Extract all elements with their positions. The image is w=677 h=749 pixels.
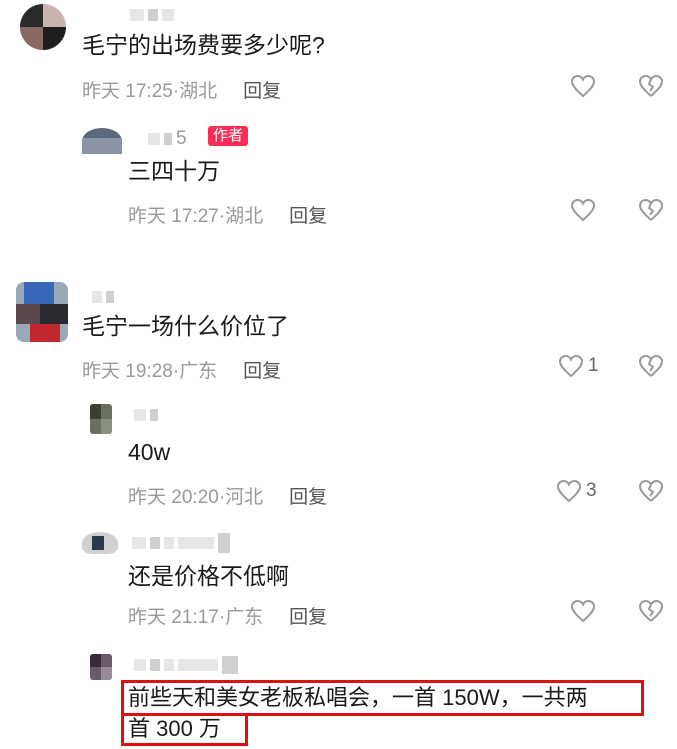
heart-outline-icon bbox=[570, 74, 596, 98]
comment-meta: 昨天 19:28·广东 回复 bbox=[82, 361, 282, 382]
avatar[interactable] bbox=[16, 282, 68, 342]
broken-heart-icon[interactable] bbox=[638, 599, 664, 623]
reply-button[interactable]: 回复 bbox=[289, 487, 327, 508]
avatar[interactable] bbox=[90, 654, 112, 680]
location: 湖北 bbox=[225, 206, 264, 227]
timestamp: 昨天 17:25 bbox=[82, 81, 173, 102]
comment-meta: 昨天 17:25·湖北 回复 bbox=[82, 81, 282, 102]
location: 河北 bbox=[225, 487, 264, 508]
timestamp: 昨天 19:28 bbox=[82, 361, 173, 382]
reply-button[interactable]: 回复 bbox=[243, 81, 281, 102]
timestamp: 昨天 21:17 bbox=[128, 607, 219, 628]
reply-button[interactable]: 回复 bbox=[289, 607, 327, 628]
username-blurred[interactable] bbox=[92, 290, 114, 304]
location: 广东 bbox=[179, 361, 218, 382]
avatar[interactable] bbox=[90, 404, 112, 434]
highlight-box-line-2 bbox=[121, 713, 248, 746]
broken-heart-icon[interactable] bbox=[638, 479, 664, 503]
comment-text: 毛宁的出场费要多少呢? bbox=[82, 32, 325, 58]
broken-heart-icon[interactable] bbox=[638, 354, 664, 378]
heart-outline-icon bbox=[570, 599, 596, 623]
avatar[interactable] bbox=[82, 128, 122, 154]
like-button[interactable]: 3 bbox=[556, 479, 597, 503]
avatar[interactable] bbox=[82, 532, 118, 554]
comment-meta: 昨天 21:17·广东 回复 bbox=[128, 607, 328, 628]
heart-outline-icon bbox=[556, 479, 582, 503]
like-button[interactable] bbox=[570, 198, 600, 222]
location: 湖北 bbox=[179, 81, 218, 102]
reply-button[interactable]: 回复 bbox=[289, 206, 327, 227]
like-button[interactable]: 1 bbox=[558, 354, 599, 378]
username-blurred[interactable] bbox=[134, 656, 238, 674]
location: 广东 bbox=[225, 607, 264, 628]
comment-text: 三四十万 bbox=[128, 158, 220, 184]
comment-text: 毛宁一场什么价位了 bbox=[82, 313, 289, 339]
avatar[interactable] bbox=[20, 4, 66, 50]
like-button[interactable] bbox=[570, 74, 600, 98]
comment-meta: 昨天 20:20·河北 回复 bbox=[128, 487, 328, 508]
timestamp: 昨天 20:20 bbox=[128, 487, 219, 508]
author-badge: 作者 bbox=[208, 126, 249, 146]
reply-button[interactable]: 回复 bbox=[243, 361, 281, 382]
broken-heart-icon[interactable] bbox=[638, 74, 664, 98]
username-blurred[interactable] bbox=[132, 533, 230, 553]
username-blurred[interactable] bbox=[134, 408, 158, 422]
comment-meta: 昨天 17:27·湖北 回复 bbox=[128, 206, 328, 227]
username-blurred[interactable]: 5 bbox=[148, 128, 187, 149]
comment-text: 40w bbox=[128, 439, 171, 465]
like-count: 1 bbox=[588, 355, 599, 376]
username-suffix: 5 bbox=[176, 128, 187, 149]
username-blurred[interactable] bbox=[130, 8, 174, 22]
heart-outline-icon bbox=[570, 198, 596, 222]
timestamp: 昨天 17:27 bbox=[128, 206, 219, 227]
heart-outline-icon bbox=[558, 354, 584, 378]
like-button[interactable] bbox=[570, 599, 600, 623]
comment-text: 还是价格不低啊 bbox=[128, 563, 289, 589]
highlight-box-line-1 bbox=[121, 680, 644, 716]
like-count: 3 bbox=[586, 480, 597, 501]
broken-heart-icon[interactable] bbox=[638, 198, 664, 222]
